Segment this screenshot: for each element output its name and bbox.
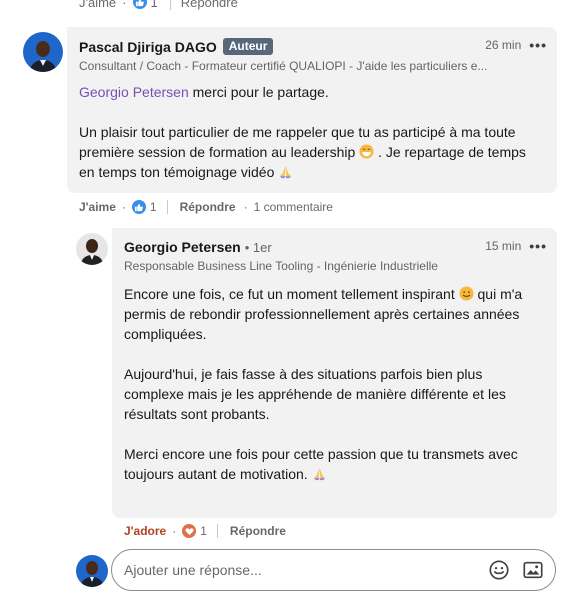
like-button[interactable]: J'aime [79,200,116,214]
like-count[interactable]: 1 [150,200,157,214]
reply-input[interactable] [124,562,473,578]
comment-meta: 26 min ••• [485,37,547,53]
reply-button[interactable]: Répondre [181,0,238,10]
reply-meta: 15 min ••• [485,238,547,254]
avatar-image [76,555,108,587]
more-options-icon[interactable]: ••• [529,37,547,53]
comment-author-line: Pascal Djiriga DAGO Auteur [79,38,477,55]
timestamp: 26 min [485,38,522,52]
timestamp: 15 min [485,239,522,253]
reply-text-segment: Encore une fois, ce fut un moment tellem… [124,286,459,302]
avatar-image [23,32,63,72]
reply-paragraph-2: Aujourd'hui, je fais fasse à des situati… [124,366,506,422]
image-upload-icon[interactable] [521,558,545,582]
praying-hands-icon [313,467,325,481]
avatar[interactable] [23,32,63,72]
grinning-face-icon [359,144,374,159]
reply-author-line: Georgio Petersen • 1er [124,239,477,255]
comment-line-1: Georgio Petersen merci pour le partage. [79,82,539,102]
mention-link[interactable]: Georgio Petersen [79,84,189,100]
avatar-image [76,233,108,265]
divider [166,200,168,214]
smiling-face-icon [459,286,474,301]
separator-dot: · [122,0,127,10]
divider [216,524,218,538]
comment-paragraph-2: Un plaisir tout particulier de me rappel… [79,122,539,182]
reply-bubble: Georgio Petersen • 1er Responsable Busin… [112,228,557,518]
reply-button[interactable]: Répondre [230,524,286,538]
reply-paragraph-1: Encore une fois, ce fut un moment tellem… [124,284,544,344]
reply-input-container[interactable] [111,549,556,591]
author-name[interactable]: Pascal Djiriga DAGO [79,39,217,55]
avatar[interactable] [76,233,108,265]
comments-count-link[interactable]: 1 commentaire [254,200,333,214]
emoji-picker-icon[interactable] [487,558,511,582]
reply-text: Encore une fois, ce fut un moment tellem… [124,284,544,484]
comment-bubble: Pascal Djiriga DAGO Auteur Consultant / … [67,27,557,193]
like-reaction-icon [131,200,146,214]
separator-dot: · [243,200,248,214]
divider [169,0,171,10]
author-headline: Consultant / Coach - Formateur certifié … [79,59,488,73]
more-options-icon[interactable]: ••• [529,238,547,254]
connection-degree: • 1er [244,239,272,255]
heart-reaction-icon [182,524,197,538]
reply-button[interactable]: Répondre [180,200,236,214]
current-user-avatar [76,555,108,587]
author-headline: Responsable Business Line Tooling - Ingé… [124,259,438,273]
reply-paragraph-3: Merci encore une fois pour cette passion… [124,444,544,484]
comment-text-segment: merci pour le partage. [188,84,329,100]
separator-dot: · [121,200,126,214]
comment-actions: J'aime · 1 Répondre · 1 commentaire [79,200,333,214]
reaction-count[interactable]: 1 [200,524,207,538]
author-name[interactable]: Georgio Petersen [124,239,241,255]
separator-dot: · [172,524,177,538]
comment-text: Georgio Petersen merci pour le partage. … [79,82,539,182]
like-button[interactable]: J'aime [79,0,116,10]
adore-reaction-button[interactable]: J'adore [124,524,166,538]
previous-comment-actions: J'aime · 1 Répondre [79,0,238,10]
reply-actions: J'adore · 1 Répondre [124,524,286,538]
author-badge: Auteur [222,38,274,55]
like-reaction-icon [132,0,147,9]
praying-hands-icon [280,165,292,179]
like-count[interactable]: 1 [151,0,158,10]
